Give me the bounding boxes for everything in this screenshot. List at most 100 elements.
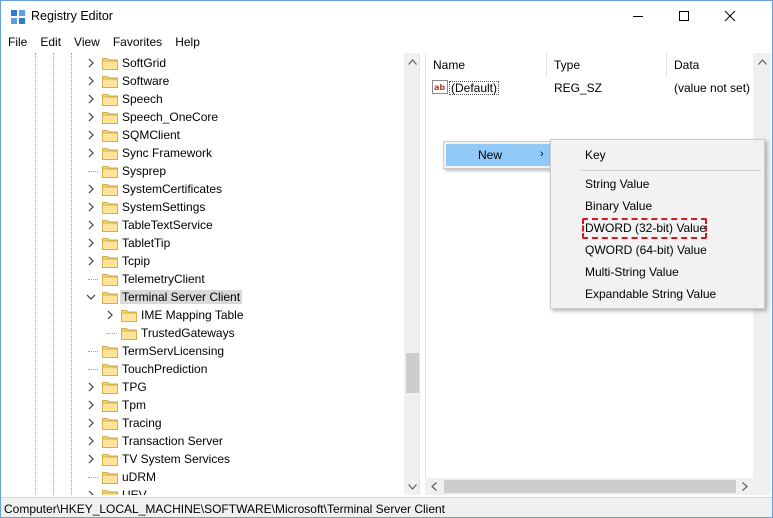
tree-item[interactable]: Tpm bbox=[2, 396, 402, 414]
chevron-right-icon[interactable] bbox=[85, 453, 97, 465]
chevron-right-icon[interactable] bbox=[85, 219, 97, 231]
tree-item[interactable]: Tcpip bbox=[2, 252, 402, 270]
scroll-left-button[interactable] bbox=[425, 478, 442, 495]
tree-item[interactable]: TPG bbox=[2, 378, 402, 396]
submenu-item-key[interactable]: Key bbox=[554, 144, 762, 166]
tree-item-label: IME Mapping Table bbox=[141, 308, 244, 322]
scroll-thumb[interactable] bbox=[406, 353, 419, 393]
chevron-right-icon[interactable] bbox=[85, 489, 97, 495]
chevron-right-icon[interactable] bbox=[85, 129, 97, 141]
menu-item-new[interactable]: New › bbox=[446, 144, 552, 166]
tree-item[interactable]: SoftGrid bbox=[2, 54, 402, 72]
menu-edit[interactable]: Edit bbox=[33, 32, 67, 52]
chevron-right-icon[interactable] bbox=[85, 435, 97, 447]
chevron-right-icon[interactable] bbox=[85, 111, 97, 123]
scroll-right-button[interactable] bbox=[736, 478, 753, 495]
scroll-down-button[interactable] bbox=[404, 478, 419, 495]
tree-item[interactable]: uDRM bbox=[2, 468, 402, 486]
tree-item-label: TV System Services bbox=[122, 452, 231, 466]
folder-icon bbox=[102, 238, 118, 250]
folder-icon bbox=[102, 436, 118, 448]
value-type: REG_SZ bbox=[554, 81, 603, 95]
chevron-right-icon[interactable] bbox=[85, 183, 97, 195]
close-button[interactable] bbox=[707, 1, 753, 31]
chevron-right-icon[interactable] bbox=[85, 255, 97, 267]
menu-file[interactable]: File bbox=[1, 32, 33, 52]
chevron-right-icon[interactable] bbox=[85, 417, 97, 429]
tree-item[interactable]: TermServLicensing bbox=[2, 342, 402, 360]
scroll-up-button[interactable] bbox=[404, 53, 419, 70]
chevron-right-icon[interactable] bbox=[85, 381, 97, 393]
folder-icon bbox=[102, 148, 118, 160]
menu-item-new-label: New bbox=[478, 148, 503, 162]
tree-item[interactable]: SQMClient bbox=[2, 126, 402, 144]
tree-item[interactable]: TableTextService bbox=[2, 216, 402, 234]
maximize-button[interactable] bbox=[661, 1, 707, 31]
chevron-up-icon bbox=[408, 58, 417, 65]
column-header-data[interactable]: Data bbox=[667, 53, 753, 77]
chevron-right-icon: › bbox=[540, 148, 544, 160]
tree-item-label: TelemetryClient bbox=[122, 272, 205, 286]
folder-icon bbox=[102, 472, 118, 484]
folder-icon bbox=[102, 166, 118, 178]
scrollbar-corner bbox=[753, 478, 771, 495]
chevron-right-icon[interactable] bbox=[85, 201, 97, 213]
folder-icon bbox=[102, 454, 118, 466]
tree-item[interactable]: Transaction Server bbox=[2, 432, 402, 450]
chevron-right-icon[interactable] bbox=[85, 399, 97, 411]
status-bar: Computer\HKEY_LOCAL_MACHINE\SOFTWARE\Mic… bbox=[1, 497, 772, 517]
tree-item[interactable]: TelemetryClient bbox=[2, 270, 402, 288]
scroll-thumb[interactable] bbox=[444, 480, 736, 493]
menu-view[interactable]: View bbox=[67, 32, 106, 52]
chevron-right-icon[interactable] bbox=[104, 309, 116, 321]
menu-help[interactable]: Help bbox=[168, 32, 206, 52]
column-header-type[interactable]: Type bbox=[547, 53, 667, 77]
values-horizontal-scrollbar[interactable] bbox=[425, 478, 753, 495]
folder-icon bbox=[102, 130, 118, 142]
column-header-name[interactable]: Name bbox=[426, 53, 547, 77]
tree-item[interactable]: TV System Services bbox=[2, 450, 402, 468]
chevron-down-icon[interactable] bbox=[85, 291, 97, 303]
folder-icon bbox=[102, 400, 118, 412]
submenu-item-string-value[interactable]: String Value bbox=[554, 173, 762, 195]
tree-item[interactable]: Terminal Server Client bbox=[2, 288, 402, 306]
tree-item[interactable]: Sync Framework bbox=[2, 144, 402, 162]
scroll-up-button[interactable] bbox=[753, 53, 771, 70]
tree-item[interactable]: IME Mapping Table bbox=[2, 306, 402, 324]
key-tree-pane[interactable]: SoftGrid Software Speech Speech_OneCore SQMC… bbox=[2, 53, 420, 495]
submenu-item-qword-value[interactable]: QWORD (64-bit) Value bbox=[554, 239, 762, 261]
minimize-button[interactable] bbox=[615, 1, 661, 31]
chevron-right-icon[interactable] bbox=[85, 147, 97, 159]
tree-item-label: Software bbox=[122, 74, 170, 88]
submenu-item-multi-string-value[interactable]: Multi-String Value bbox=[554, 261, 762, 283]
folder-icon bbox=[102, 346, 118, 358]
tree-item[interactable]: TabletTip bbox=[2, 234, 402, 252]
tree-connector bbox=[88, 351, 98, 352]
tree-item[interactable]: TouchPrediction bbox=[2, 360, 402, 378]
submenu-item-binary-value[interactable]: Binary Value bbox=[554, 195, 762, 217]
tree-item[interactable]: TrustedGateways bbox=[2, 324, 402, 342]
tree-item[interactable]: Speech bbox=[2, 90, 402, 108]
chevron-right-icon[interactable] bbox=[85, 75, 97, 87]
menu-favorites[interactable]: Favorites bbox=[106, 32, 168, 52]
tree-item[interactable]: Software bbox=[2, 72, 402, 90]
tree-vertical-scrollbar[interactable] bbox=[404, 53, 419, 495]
tree-item[interactable]: Sysprep bbox=[2, 162, 402, 180]
chevron-right-icon[interactable] bbox=[85, 93, 97, 105]
tree-item[interactable]: SystemCertificates bbox=[2, 180, 402, 198]
tree-item-label: Tracing bbox=[122, 416, 162, 430]
tree-item[interactable]: UEV bbox=[2, 486, 402, 495]
tree-item-label: uDRM bbox=[122, 470, 157, 484]
chevron-right-icon[interactable] bbox=[85, 57, 97, 69]
submenu-item-expandable-string-value[interactable]: Expandable String Value bbox=[554, 283, 762, 305]
tree-item[interactable]: Speech_OneCore bbox=[2, 108, 402, 126]
chevron-right-icon[interactable] bbox=[85, 237, 97, 249]
tree-connector bbox=[107, 333, 117, 334]
tree-item[interactable]: SystemSettings bbox=[2, 198, 402, 216]
tree-item-label: SystemSettings bbox=[122, 200, 206, 214]
context-menu: New › bbox=[443, 141, 555, 169]
registry-editor-icon bbox=[11, 10, 25, 24]
value-row[interactable]: ab (Default) REG_SZ (value not set) bbox=[426, 79, 753, 96]
tree-item[interactable]: Tracing bbox=[2, 414, 402, 432]
tree-item-label: Tcpip bbox=[122, 254, 151, 268]
